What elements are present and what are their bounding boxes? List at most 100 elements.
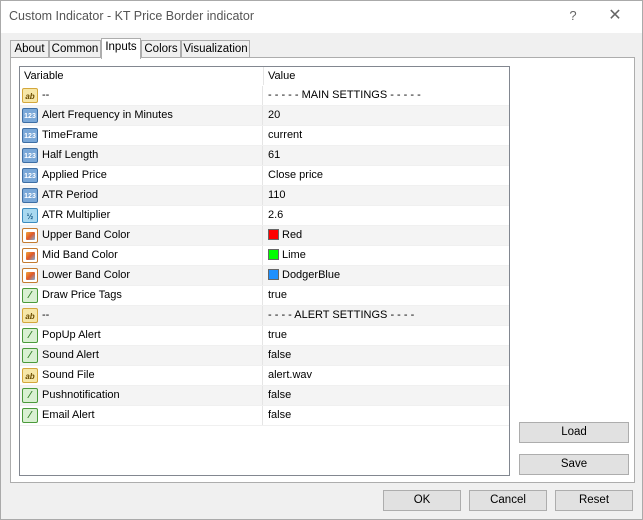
variable-cell[interactable]: ⁄ Sound Alert — [20, 346, 263, 365]
value-text: Close price — [268, 169, 324, 181]
value-cell[interactable]: - - - - ALERT SETTINGS - - - - — [264, 306, 414, 325]
grid-row[interactable]: ⁄ Sound Alert false — [20, 346, 509, 366]
variable-cell[interactable]: ab -- — [20, 306, 263, 325]
value-text: alert.wav — [268, 369, 313, 381]
value-cell[interactable]: true — [264, 326, 287, 345]
ok-button[interactable]: OK — [383, 490, 461, 511]
variable-name: -- — [42, 89, 50, 101]
tab-colors[interactable]: Colors — [141, 40, 181, 58]
color-swatch — [268, 269, 279, 280]
value-cell[interactable]: Close price — [264, 166, 323, 185]
variable-name: Draw Price Tags — [42, 289, 122, 301]
variable-cell[interactable]: ⁄ PopUp Alert — [20, 326, 263, 345]
value-text: false — [268, 349, 292, 361]
value-cell[interactable]: true — [264, 286, 287, 305]
string-type-icon: ab — [22, 308, 38, 323]
reset-button[interactable]: Reset — [555, 490, 633, 511]
value-text: 110 — [268, 189, 286, 201]
grid-row[interactable]: 123 ATR Period 110 — [20, 186, 509, 206]
variable-cell[interactable]: ⁄ Email Alert — [20, 406, 263, 425]
grid-row[interactable]: ⁄ Email Alert false — [20, 406, 509, 426]
save-button[interactable]: Save — [519, 454, 629, 475]
grid-row[interactable]: 123 Applied Price Close price — [20, 166, 509, 186]
grid-row[interactable]: ab -- - - - - - MAIN SETTINGS - - - - - — [20, 86, 509, 106]
variable-cell[interactable]: 123 ATR Period — [20, 186, 263, 205]
grid-row[interactable]: 123 Half Length 61 — [20, 146, 509, 166]
value-text: 2.6 — [268, 209, 284, 221]
variable-cell[interactable]: ⁄ Pushnotification — [20, 386, 263, 405]
tab-visualization[interactable]: Visualization — [181, 40, 250, 58]
tab-about[interactable]: About — [10, 40, 49, 58]
value-cell[interactable]: false — [264, 406, 291, 425]
tab-common[interactable]: Common — [49, 40, 101, 58]
grid-row[interactable]: ⁄ Pushnotification false — [20, 386, 509, 406]
value-text: - - - - - MAIN SETTINGS - - - - - — [268, 89, 421, 101]
grid-row[interactable]: ⁄ Draw Price Tags true — [20, 286, 509, 306]
variable-cell[interactable]: Upper Band Color — [20, 226, 263, 245]
value-cell[interactable]: Lime — [264, 246, 306, 265]
variable-cell[interactable]: 123 Applied Price — [20, 166, 263, 185]
variable-name: Applied Price — [42, 169, 107, 181]
value-text: - - - - ALERT SETTINGS - - - - — [268, 309, 415, 321]
boolean-type-icon: ⁄ — [22, 328, 38, 343]
grid-row[interactable]: ab -- - - - - ALERT SETTINGS - - - - — [20, 306, 509, 326]
value-cell[interactable]: 61 — [264, 146, 280, 165]
value-cell[interactable]: DodgerBlue — [264, 266, 340, 285]
variable-cell[interactable]: Lower Band Color — [20, 266, 263, 285]
cancel-button[interactable]: Cancel — [469, 490, 547, 511]
grid-row[interactable]: 123 TimeFrame current — [20, 126, 509, 146]
boolean-type-icon: ⁄ — [22, 408, 38, 423]
double-type-icon: ½ — [22, 208, 38, 223]
integer-type-icon: 123 — [22, 108, 38, 123]
variable-name: Pushnotification — [42, 389, 120, 401]
value-cell[interactable]: 110 — [264, 186, 286, 205]
variable-name: PopUp Alert — [42, 329, 101, 341]
load-button[interactable]: Load — [519, 422, 629, 443]
value-text: false — [268, 409, 292, 421]
value-cell[interactable]: 2.6 — [264, 206, 283, 225]
inputs-panel: Variable Value ab -- - - - - - MAIN SETTIN… — [10, 57, 635, 483]
value-text: true — [268, 289, 287, 301]
grid-header: Variable Value — [20, 67, 509, 85]
value-cell[interactable]: alert.wav — [264, 366, 312, 385]
grid-row[interactable]: ab Sound File alert.wav — [20, 366, 509, 386]
grid-row[interactable]: ½ ATR Multiplier 2.6 — [20, 206, 509, 226]
dialog-window: Custom Indicator - KT Price Border indic… — [0, 0, 643, 520]
variable-cell[interactable]: ⁄ Draw Price Tags — [20, 286, 263, 305]
value-text: DodgerBlue — [282, 269, 341, 281]
value-cell[interactable]: - - - - - MAIN SETTINGS - - - - - — [264, 86, 421, 105]
grid-row[interactable]: 123 Alert Frequency in Minutes 20 — [20, 106, 509, 126]
variable-cell[interactable]: 123 TimeFrame — [20, 126, 263, 145]
integer-type-icon: 123 — [22, 148, 38, 163]
variable-name: Sound Alert — [42, 349, 99, 361]
variable-name: Lower Band Color — [42, 269, 131, 281]
column-header-value[interactable]: Value — [264, 67, 509, 85]
grid-row[interactable]: Mid Band Color Lime — [20, 246, 509, 266]
inputs-grid[interactable]: Variable Value ab -- - - - - - MAIN SETTIN… — [19, 66, 510, 476]
color-type-icon — [22, 228, 38, 243]
color-type-icon — [22, 248, 38, 263]
value-text: Lime — [282, 249, 306, 261]
value-cell[interactable]: 20 — [264, 106, 280, 125]
grid-row[interactable]: ⁄ PopUp Alert true — [20, 326, 509, 346]
variable-cell[interactable]: ab Sound File — [20, 366, 263, 385]
color-swatch — [268, 229, 279, 240]
value-cell[interactable]: current — [264, 126, 302, 145]
value-cell[interactable]: false — [264, 346, 291, 365]
value-cell[interactable]: false — [264, 386, 291, 405]
grid-row[interactable]: Upper Band Color Red — [20, 226, 509, 246]
color-type-icon — [22, 268, 38, 283]
variable-cell[interactable]: ab -- — [20, 86, 263, 105]
boolean-type-icon: ⁄ — [22, 348, 38, 363]
grid-row[interactable]: Lower Band Color DodgerBlue — [20, 266, 509, 286]
value-cell[interactable]: Red — [264, 226, 302, 245]
tab-inputs[interactable]: Inputs — [101, 38, 141, 59]
column-header-variable[interactable]: Variable — [20, 67, 263, 85]
variable-cell[interactable]: Mid Band Color — [20, 246, 263, 265]
close-button[interactable]: ✕ — [597, 4, 633, 28]
help-button[interactable]: ? — [560, 4, 586, 28]
variable-cell[interactable]: ½ ATR Multiplier — [20, 206, 263, 225]
variable-cell[interactable]: 123 Alert Frequency in Minutes — [20, 106, 263, 125]
variable-cell[interactable]: 123 Half Length — [20, 146, 263, 165]
value-text: 20 — [268, 109, 281, 121]
